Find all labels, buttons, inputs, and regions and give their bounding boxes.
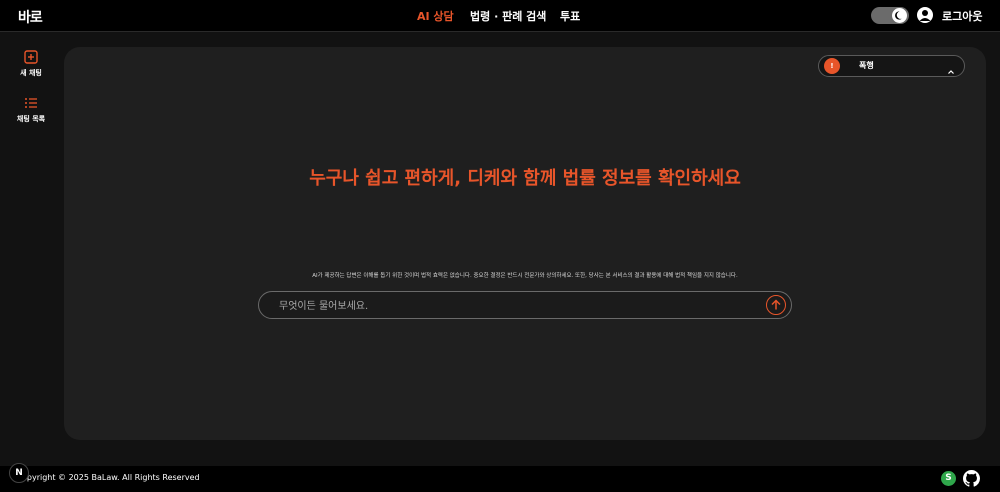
nav-vote[interactable]: 투표 — [560, 8, 580, 24]
main-nav: AI 상담 법령 · 판례 검색 투표 — [0, 0, 1000, 31]
chat-panel: ! 폭행 누구나 쉽고 편하게, 디케와 함께 법률 정보를 확인하세요 AI가… — [64, 47, 986, 440]
chat-input[interactable] — [277, 292, 751, 320]
chat-list-label: 채팅 목록 — [16, 115, 46, 123]
disclaimer-text: AI가 제공하는 답변은 이해를 돕기 위한 것이며 법적 효력은 없습니다. … — [312, 273, 738, 279]
alert-badge: ! — [824, 58, 840, 74]
chat-list-button[interactable]: 채팅 목록 — [0, 96, 62, 124]
s-logo-icon[interactable]: S — [941, 471, 956, 486]
next-n-icon[interactable]: N — [9, 463, 29, 483]
send-button[interactable] — [766, 295, 786, 315]
user-icon[interactable] — [917, 7, 933, 23]
chat-input-box — [258, 291, 792, 320]
page-headline: 누구나 쉽고 편하게, 디케와 함께 법률 정보를 확인하세요 — [309, 168, 741, 189]
arrow-up-icon — [770, 296, 782, 315]
category-label: 폭행 — [859, 61, 874, 70]
top-bar: 바로 AI 상담 법령 · 판례 검색 투표 로그아웃 — [0, 0, 1000, 32]
chevron-up-icon — [947, 61, 955, 80]
new-chat-button[interactable]: 새 채팅 — [0, 50, 62, 78]
theme-toggle[interactable] — [871, 7, 909, 24]
app-logo[interactable]: 바로 — [18, 7, 43, 27]
github-icon[interactable] — [963, 470, 980, 487]
nav-law-search[interactable]: 법령 · 판례 검색 — [470, 8, 546, 24]
moon-icon — [892, 8, 907, 23]
list-icon — [0, 96, 62, 110]
new-chat-label: 새 채팅 — [20, 69, 42, 77]
copyright-text: opyright © 2025 BaLaw. All Rights Reserv… — [22, 473, 200, 482]
category-select[interactable]: ! 폭행 — [818, 55, 965, 77]
sidebar: 새 채팅 채팅 목록 — [0, 32, 62, 466]
nav-ai-consult[interactable]: AI 상담 — [417, 8, 454, 24]
footer: opyright © 2025 BaLaw. All Rights Reserv… — [0, 466, 1000, 492]
logout-button[interactable]: 로그아웃 — [942, 8, 982, 24]
plus-square-icon — [0, 50, 62, 64]
